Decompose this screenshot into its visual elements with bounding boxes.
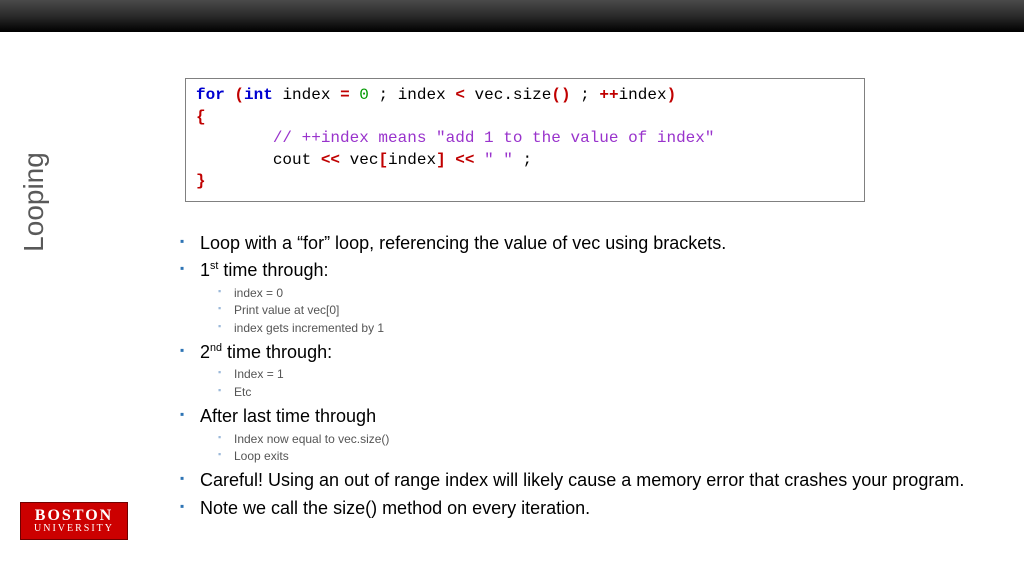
code-brace: { [196, 108, 206, 126]
code-bracket: [ [378, 151, 388, 169]
bullet-item: After last time through Index now equal … [166, 405, 966, 465]
code-kw-for: for [196, 86, 225, 104]
bullet-text: Etc [234, 385, 251, 399]
bullet-item: 2nd time through: Index = 1 Etc [166, 341, 966, 401]
logo-line1: BOSTON [35, 508, 113, 524]
bullet-text: Loop exits [234, 449, 289, 463]
sub-bullet: index gets incremented by 1 [200, 320, 966, 337]
code-indent [196, 129, 273, 147]
bullet-sup: nd [210, 342, 222, 354]
code-text: ; [513, 151, 532, 169]
top-bar [0, 0, 1024, 32]
sub-bullet: Loop exits [200, 448, 966, 465]
bullet-text: Careful! Using an out of range index wil… [200, 470, 964, 490]
code-op: = [340, 86, 350, 104]
code-text: index [273, 86, 340, 104]
code-text: vec [340, 151, 378, 169]
code-text: index [619, 86, 667, 104]
code-text: cout [196, 151, 321, 169]
code-bracket: ] [436, 151, 446, 169]
bullet-content: Loop with a “for” loop, referencing the … [166, 232, 966, 524]
code-comment: // ++index means "add 1 to the value of … [273, 129, 715, 147]
bullet-text: index = 0 [234, 286, 283, 300]
bullet-text: Print value at vec[0] [234, 303, 339, 317]
code-num: 0 [359, 86, 369, 104]
bullet-text: 1 [200, 260, 210, 280]
code-op: << [321, 151, 340, 169]
bullet-text: Note we call the size() method on every … [200, 498, 590, 518]
boston-university-logo: BOSTON UNIVERSITY [20, 502, 128, 540]
bullet-text: After last time through [200, 406, 376, 426]
sub-bullet: index = 0 [200, 285, 966, 302]
code-op: ++ [599, 86, 618, 104]
bullet-item: Note we call the size() method on every … [166, 497, 966, 520]
bullet-text: Index = 1 [234, 367, 284, 381]
bullet-text: time through: [218, 260, 328, 280]
code-paren: ( [234, 86, 244, 104]
code-text: ; [571, 86, 600, 104]
code-paren: ) [667, 86, 677, 104]
code-kw-int: int [244, 86, 273, 104]
bullet-text: index gets incremented by 1 [234, 321, 384, 335]
bullet-text: 2 [200, 342, 210, 362]
code-text: ; index [369, 86, 455, 104]
code-brace: } [196, 172, 206, 190]
code-text: vec.size [465, 86, 551, 104]
code-string: " " [484, 151, 513, 169]
code-paren: () [551, 86, 570, 104]
bullet-item: 1st time through: index = 0 Print value … [166, 259, 966, 337]
bullet-text: Loop with a “for” loop, referencing the … [200, 233, 726, 253]
bullet-text: time through: [222, 342, 332, 362]
bullet-text: Index now equal to vec.size() [234, 432, 389, 446]
sub-bullet: Index now equal to vec.size() [200, 431, 966, 448]
slide-body: Looping for (int index = 0 ; index < vec… [0, 32, 1024, 576]
bullet-item: Loop with a “for” loop, referencing the … [166, 232, 966, 255]
code-op: << [455, 151, 474, 169]
code-op: < [455, 86, 465, 104]
logo-line2: UNIVERSITY [34, 524, 114, 534]
sub-bullet: Print value at vec[0] [200, 302, 966, 319]
side-title: Looping [18, 102, 50, 202]
sub-bullet: Index = 1 [200, 366, 966, 383]
code-block: for (int index = 0 ; index < vec.size() … [185, 78, 865, 202]
bullet-item: Careful! Using an out of range index wil… [166, 469, 966, 492]
sub-bullet: Etc [200, 384, 966, 401]
code-text: index [388, 151, 436, 169]
